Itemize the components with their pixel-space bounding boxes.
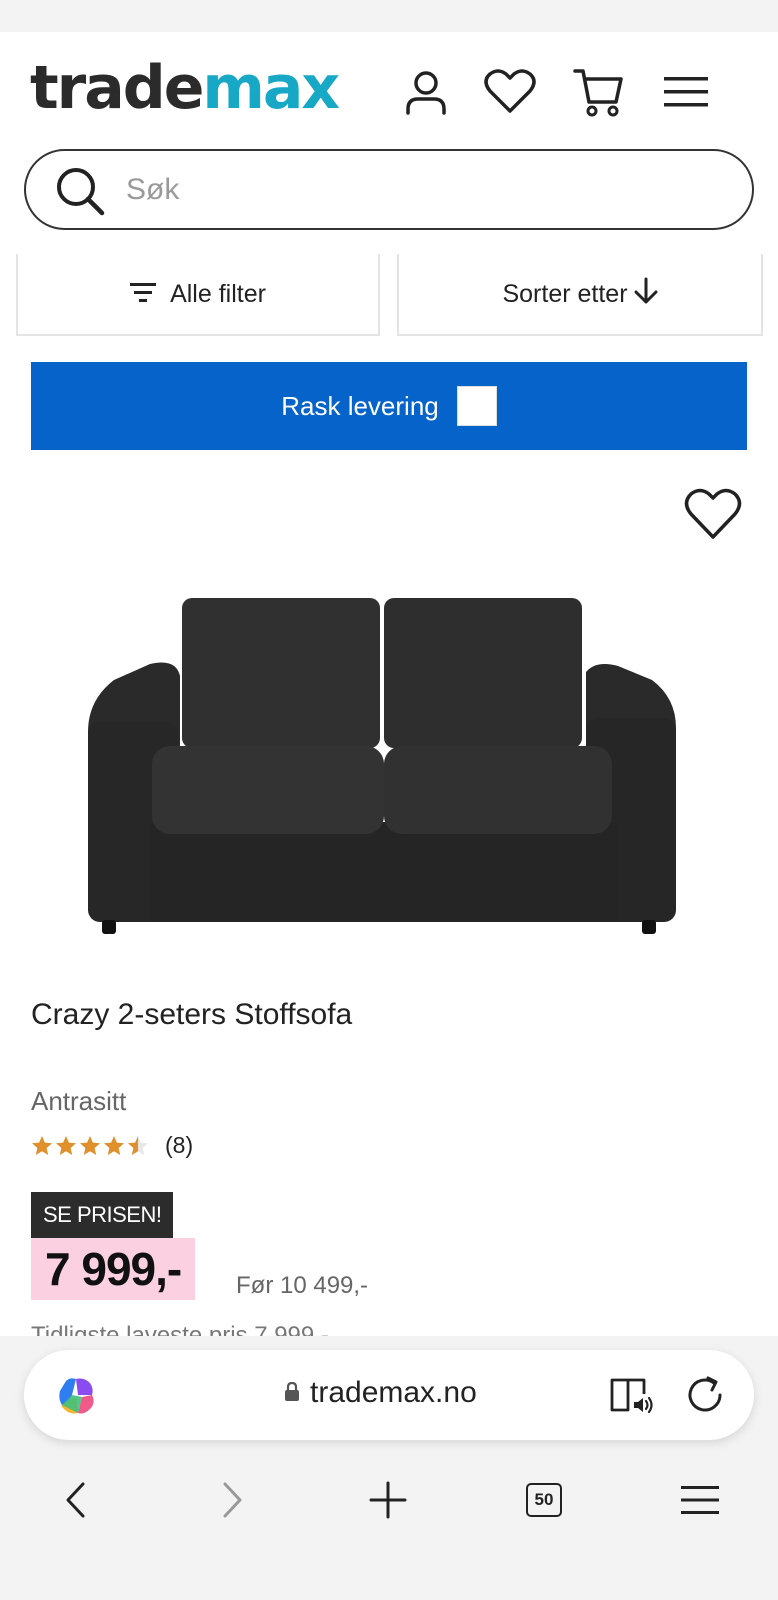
read-aloud-icon[interactable] (608, 1372, 654, 1418)
rating-count[interactable]: (8) (165, 1132, 193, 1159)
rating-stars (31, 1135, 149, 1157)
sort-button[interactable]: Sorter etter (397, 254, 763, 336)
fast-delivery-checkbox[interactable] (456, 386, 497, 426)
browser-address-bar[interactable]: trademax.no (24, 1350, 754, 1440)
browser-nav-bar: 50 (0, 1460, 778, 1540)
fast-delivery-toggle[interactable]: Rask levering (31, 362, 747, 450)
account-icon[interactable] (396, 62, 456, 122)
fast-delivery-label: Rask levering (281, 390, 439, 421)
lowest-price-note: Tidligste laveste pris 7 999,- (31, 1322, 329, 1336)
trademax-logo[interactable]: trademax (30, 58, 340, 118)
lock-icon (284, 1376, 300, 1410)
star-icon (128, 1135, 148, 1155)
sort-label: Sorter etter (502, 279, 628, 308)
all-filters-button[interactable]: Alle filter (16, 254, 380, 336)
status-bar (0, 0, 778, 32)
logo-part-max: max (202, 53, 340, 123)
product-rating: (8) (31, 1132, 193, 1159)
cart-icon[interactable] (568, 62, 628, 122)
star-icon (56, 1135, 76, 1155)
web-page: trademax Alle filter Sort (0, 32, 778, 1336)
wishlist-heart-icon[interactable] (480, 62, 540, 122)
url-text: trademax.no (310, 1376, 477, 1409)
product-image-sofa[interactable] (86, 572, 692, 962)
back-icon[interactable] (48, 1472, 104, 1528)
reload-icon[interactable] (682, 1372, 728, 1418)
search-input[interactable] (126, 167, 726, 213)
before-price: Før 10 499,- (236, 1272, 369, 1299)
forward-icon[interactable] (204, 1472, 260, 1528)
new-tab-icon[interactable] (360, 1472, 416, 1528)
filter-icon (130, 280, 157, 309)
star-icon (80, 1135, 100, 1155)
product-color: Antrasitt (31, 1086, 127, 1116)
site-header: trademax (0, 32, 778, 254)
filter-bar: Alle filter Sorter etter (0, 254, 778, 372)
url-display[interactable]: trademax.no (284, 1376, 477, 1410)
logo-part-trade: trade (30, 53, 204, 123)
tabs-icon[interactable]: 50 (516, 1472, 572, 1528)
all-filters-label: Alle filter (170, 279, 266, 308)
tabs-count: 50 (526, 1483, 562, 1517)
copilot-icon[interactable] (56, 1375, 98, 1417)
product-price: 7 999,- (31, 1238, 196, 1300)
favorite-heart-icon[interactable] (684, 488, 742, 542)
sort-arrow-down-icon (634, 277, 658, 312)
star-icon (32, 1135, 52, 1155)
menu-icon[interactable] (656, 62, 716, 122)
search-icon[interactable] (54, 165, 108, 219)
browser-menu-icon[interactable] (672, 1472, 728, 1528)
star-icon (104, 1135, 124, 1155)
product-title[interactable]: Crazy 2-seters Stoffsofa (31, 998, 352, 1032)
campaign-badge: SE PRISEN! (31, 1192, 174, 1238)
search-bar[interactable] (24, 149, 754, 230)
